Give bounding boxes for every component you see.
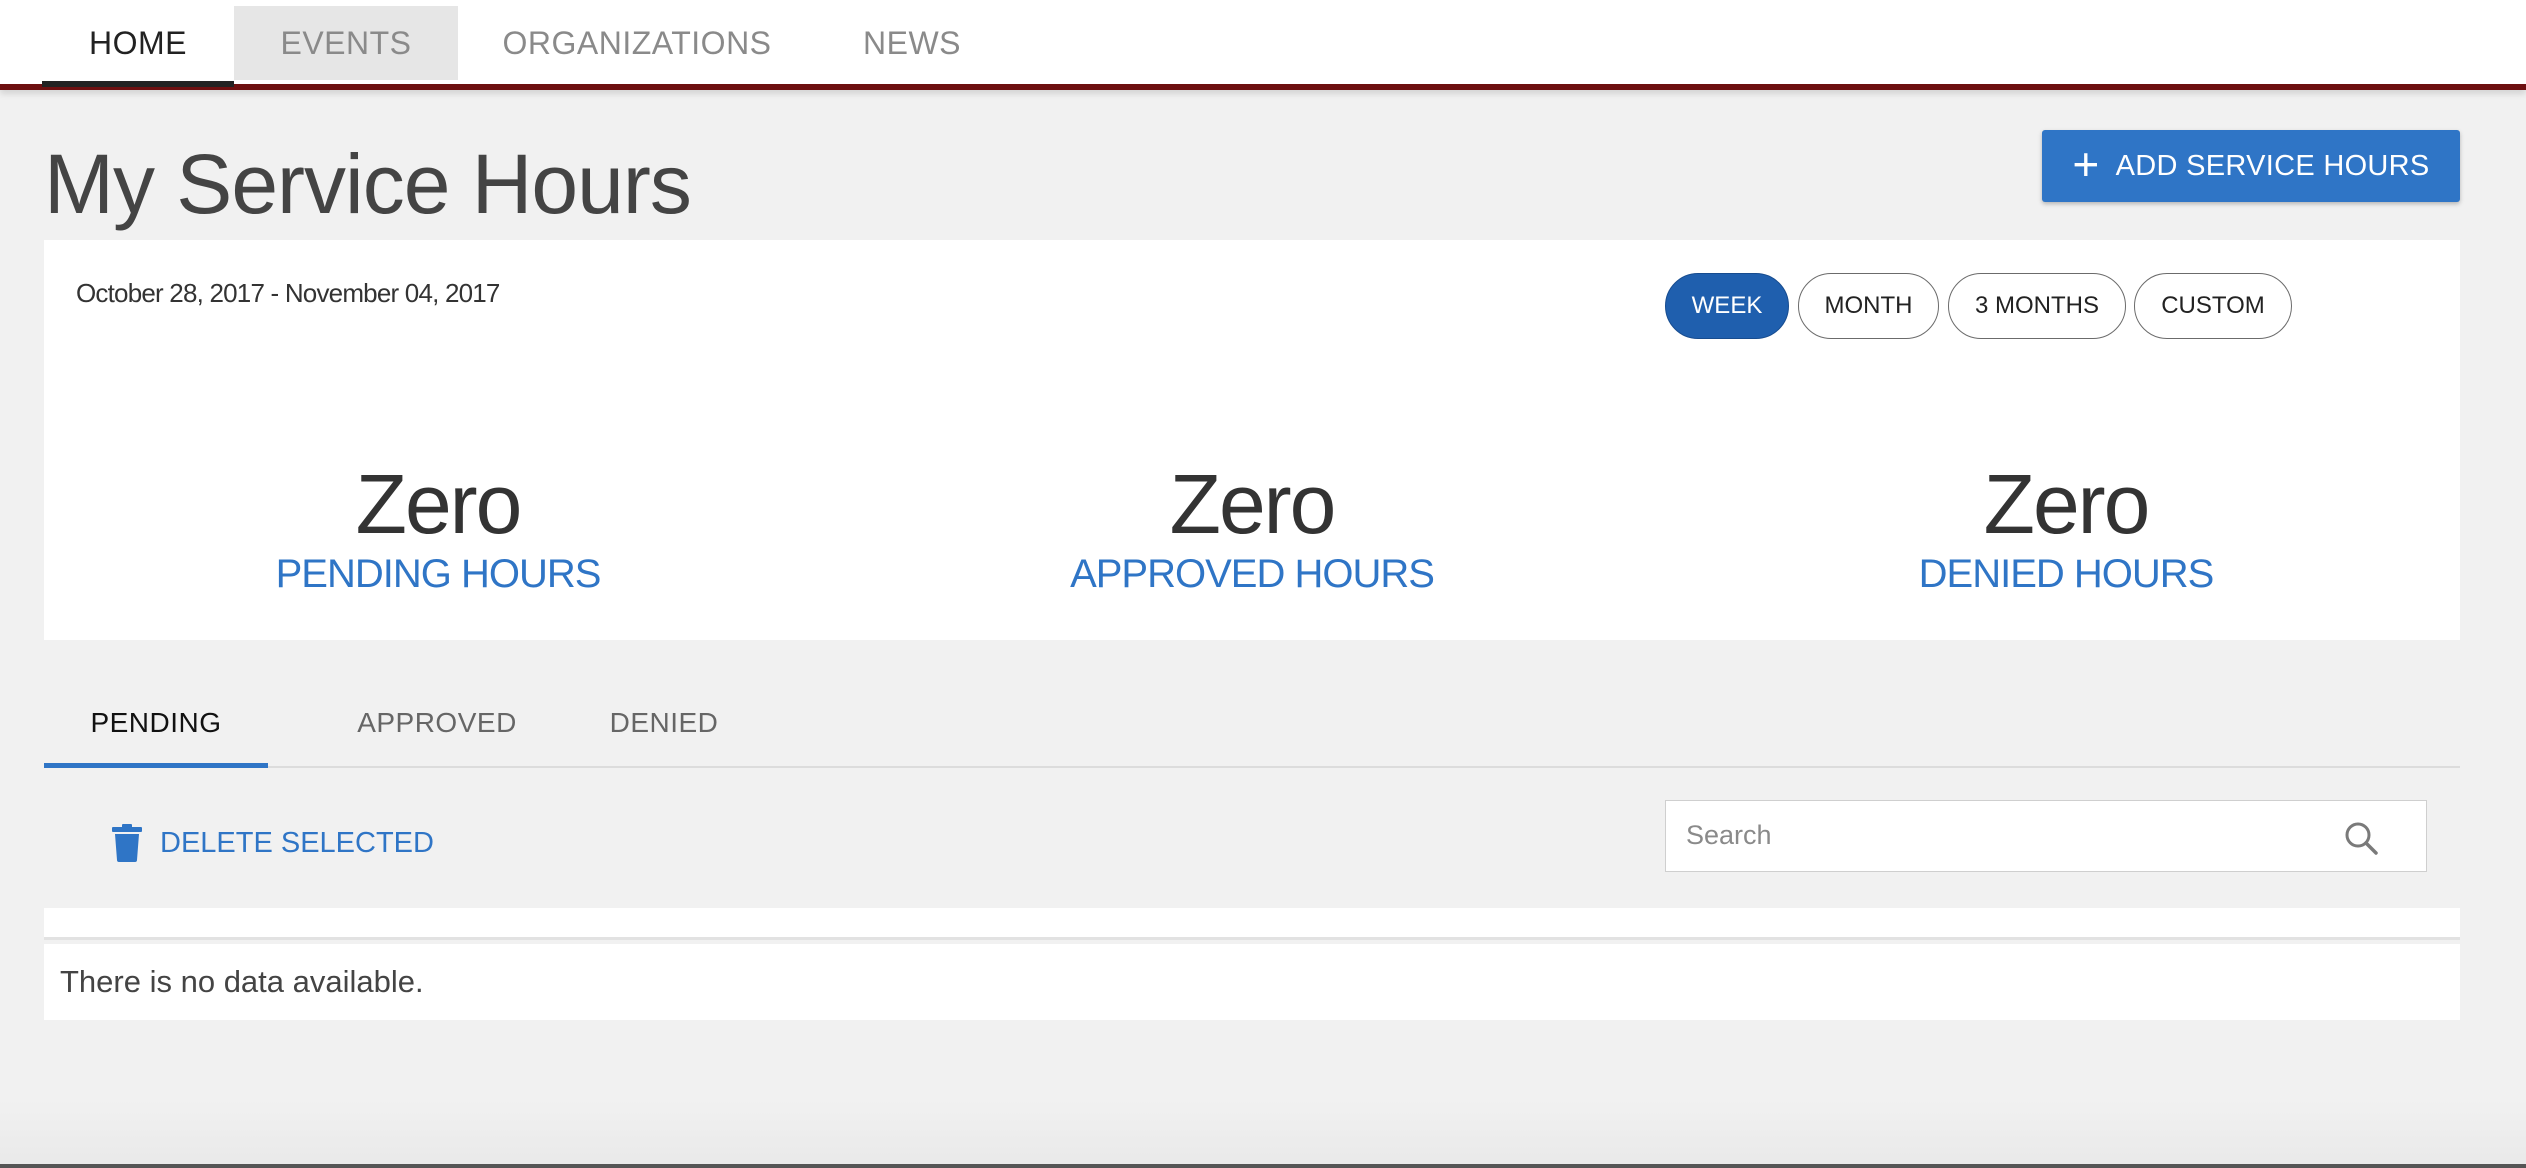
delete-selected-button[interactable]: DELETE SELECTED <box>112 822 434 864</box>
range-custom-button[interactable]: CUSTOM <box>2134 273 2292 339</box>
tab-approved[interactable]: APPROVED <box>312 680 562 766</box>
approved-hours-label: APPROVED HOURS <box>1070 552 1435 596</box>
approved-hours-value: Zero <box>1169 457 1337 551</box>
date-range: October 28, 2017 - November 04, 2017 <box>76 278 500 308</box>
range-3-months-button[interactable]: 3 MONTHS <box>1948 273 2126 339</box>
nav-tab-news[interactable]: NEWS <box>840 6 984 80</box>
trash-icon <box>112 824 142 862</box>
search-icon[interactable] <box>2344 821 2378 855</box>
add-service-hours-label: ADD SERVICE HOURS <box>2115 149 2430 182</box>
top-navigation: HOME EVENTS ORGANIZATIONS NEWS <box>0 0 2526 90</box>
page-bottom-border <box>0 1164 2526 1168</box>
range-month-button[interactable]: MONTH <box>1798 273 1939 339</box>
table-body: There is no data available. <box>44 944 2460 1020</box>
nav-tab-home[interactable]: HOME <box>42 6 234 87</box>
search-box <box>1665 800 2427 872</box>
page-footer-shade <box>0 1100 2526 1168</box>
pending-hours-value: Zero <box>355 457 523 551</box>
pending-hours-stat: Zero PENDING HOURS <box>188 462 688 597</box>
add-service-hours-button[interactable]: + ADD SERVICE HOURS <box>2042 130 2460 202</box>
table-header <box>44 908 2460 940</box>
search-input[interactable] <box>1666 801 2326 870</box>
nav-tab-organizations[interactable]: ORGANIZATIONS <box>484 6 790 80</box>
delete-selected-label: DELETE SELECTED <box>160 826 434 859</box>
range-week-button[interactable]: WEEK <box>1665 273 1789 339</box>
approved-hours-stat: Zero APPROVED HOURS <box>1002 462 1502 597</box>
pending-hours-label: PENDING HOURS <box>275 552 602 596</box>
denied-hours-label: DENIED HOURS <box>1918 552 2215 596</box>
status-tabs: PENDING APPROVED DENIED <box>44 680 2460 768</box>
denied-hours-stat: Zero DENIED HOURS <box>1816 462 2316 597</box>
hours-summary-card: October 28, 2017 - November 04, 2017 WEE… <box>44 240 2460 640</box>
denied-hours-value: Zero <box>1983 457 2151 551</box>
plus-icon: + <box>2072 138 2100 190</box>
tab-pending[interactable]: PENDING <box>44 680 268 768</box>
nav-tab-events[interactable]: EVENTS <box>234 6 458 80</box>
tab-denied[interactable]: DENIED <box>564 680 764 766</box>
page-title: My Service Hours <box>44 137 692 231</box>
empty-table-message: There is no data available. <box>60 964 424 999</box>
